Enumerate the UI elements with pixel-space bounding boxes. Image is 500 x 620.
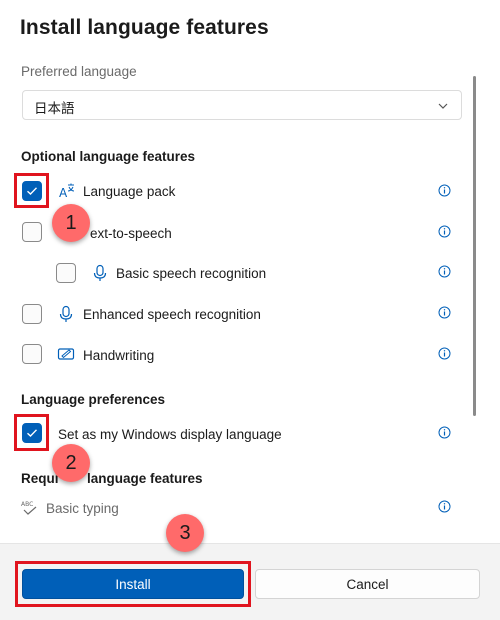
- annotation-badge-1: 1: [52, 204, 90, 242]
- microphone-icon: [59, 305, 73, 322]
- text-to-speech-checkbox[interactable]: [22, 222, 42, 242]
- preferred-language-select[interactable]: 日本語: [22, 90, 462, 120]
- info-icon[interactable]: [438, 426, 451, 439]
- chevron-down-icon: [438, 103, 448, 109]
- text-to-speech-label: ext-to-speech: [90, 226, 172, 241]
- handwriting-icon: [57, 348, 75, 360]
- basic-speech-recognition-checkbox[interactable]: [56, 263, 76, 283]
- language-icon: A: [59, 183, 75, 200]
- microphone-icon: [93, 264, 107, 281]
- preferred-language-label: Preferred language: [21, 64, 137, 79]
- dialog-title: Install language features: [20, 16, 269, 39]
- basic-typing-label: Basic typing: [46, 501, 119, 516]
- cancel-button[interactable]: Cancel: [255, 569, 480, 599]
- info-icon[interactable]: [438, 225, 451, 238]
- required-features-heading-left: Requi: [21, 471, 59, 486]
- language-preferences-heading: Language preferences: [21, 392, 166, 407]
- svg-text:A: A: [59, 186, 68, 200]
- display-language-label: Set as my Windows display language: [58, 427, 282, 442]
- language-pack-label: Language pack: [83, 184, 176, 199]
- required-features-heading-right: language features: [87, 471, 203, 486]
- info-icon[interactable]: [438, 306, 451, 319]
- annotation-box-2: [14, 414, 49, 451]
- scrollbar[interactable]: [473, 76, 476, 416]
- info-icon[interactable]: [438, 347, 451, 360]
- preferred-language-value: 日本語: [34, 101, 75, 116]
- enhanced-speech-recognition-label: Enhanced speech recognition: [83, 307, 261, 322]
- annotation-badge-2: 2: [52, 444, 90, 482]
- basic-speech-recognition-label: Basic speech recognition: [116, 266, 267, 281]
- handwriting-label: Handwriting: [83, 348, 155, 363]
- annotation-box-3: [15, 561, 251, 607]
- svg-text:ABC: ABC: [21, 501, 33, 508]
- handwriting-checkbox[interactable]: [22, 344, 42, 364]
- info-icon[interactable]: [438, 500, 451, 513]
- enhanced-speech-recognition-checkbox[interactable]: [22, 304, 42, 324]
- annotation-badge-3: 3: [166, 514, 204, 552]
- info-icon[interactable]: [438, 184, 451, 197]
- basic-typing-icon: ABC: [21, 501, 37, 515]
- annotation-box-1: [14, 173, 49, 208]
- optional-features-heading: Optional language features: [21, 149, 196, 164]
- info-icon[interactable]: [438, 265, 451, 278]
